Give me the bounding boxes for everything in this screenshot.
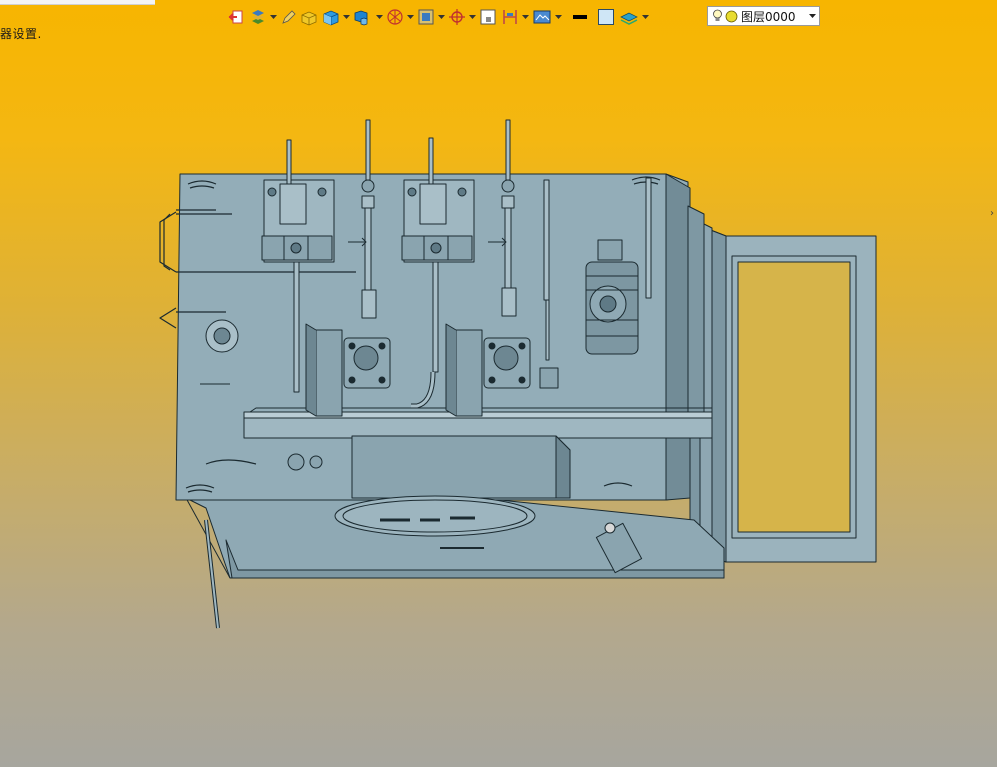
- valve-stack-2: [401, 137, 475, 263]
- round-flange: [334, 495, 536, 537]
- valve-stack-1: [261, 139, 335, 263]
- hydraulic-station-model: [159, 119, 877, 629]
- reservoir-box: [351, 435, 571, 499]
- viewport-edge-marker: ›: [990, 208, 994, 219]
- pump-1: [343, 337, 391, 389]
- pump-2: [483, 337, 531, 389]
- model-viewport[interactable]: [0, 0, 997, 767]
